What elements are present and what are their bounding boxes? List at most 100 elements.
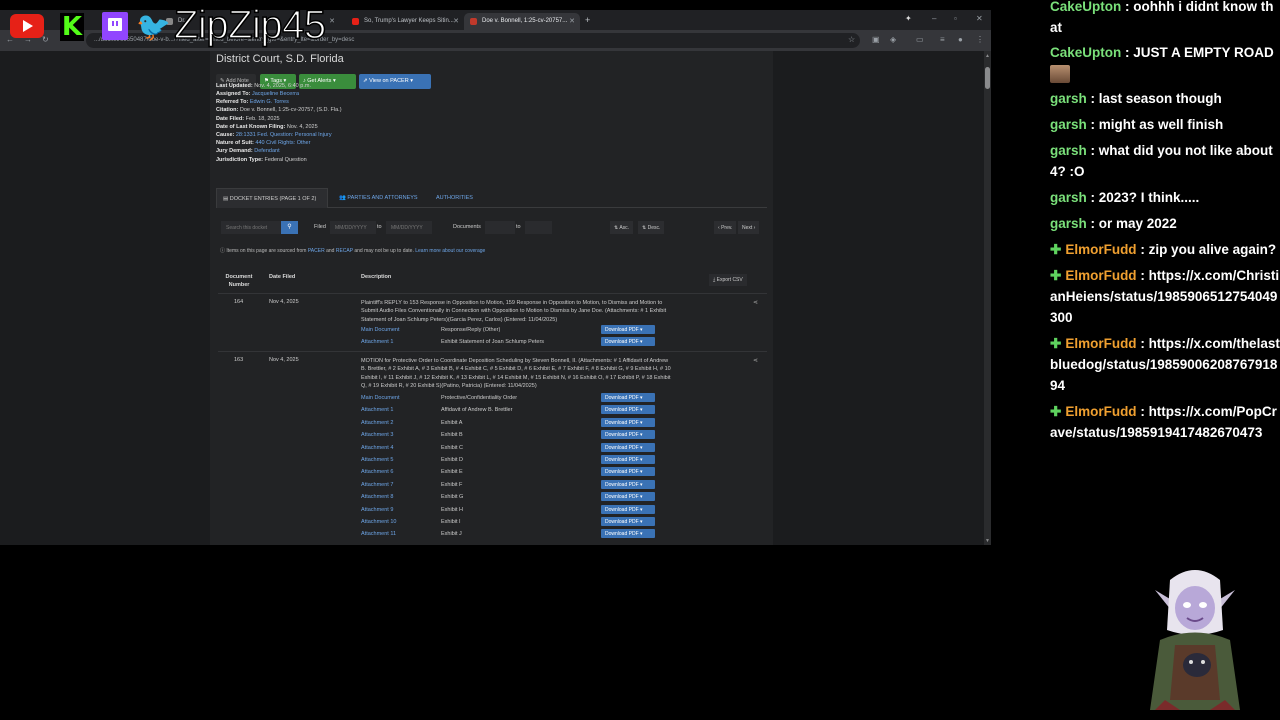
new-tab-icon[interactable]: + bbox=[585, 15, 590, 25]
puzzle-icon[interactable]: ◈ bbox=[890, 35, 896, 44]
chat-username[interactable]: garsh bbox=[1050, 117, 1087, 132]
reload-icon[interactable]: ↻ bbox=[42, 35, 49, 44]
scrollbar-thumb[interactable] bbox=[985, 67, 990, 89]
download-pdf-button[interactable]: Download PDF ▾ bbox=[601, 479, 655, 489]
view-pacer-button[interactable]: ⇗ View on PACER ▾ bbox=[359, 74, 431, 89]
documents-to-input[interactable] bbox=[525, 221, 552, 234]
chat-username[interactable]: garsh bbox=[1050, 190, 1087, 205]
download-pdf-button[interactable]: Download PDF ▾ bbox=[601, 529, 655, 539]
chat-username[interactable]: CakeUpton bbox=[1050, 45, 1121, 60]
meta-value[interactable]: Defendant bbox=[254, 148, 279, 154]
search-button[interactable]: ⚲ bbox=[281, 221, 298, 234]
share-icon[interactable]: ⋖ bbox=[753, 299, 758, 306]
download-pdf-button[interactable]: Download PDF ▾ bbox=[601, 442, 655, 452]
chat-username[interactable]: garsh bbox=[1050, 143, 1087, 158]
sort-desc-button[interactable]: ⇅ Desc. bbox=[638, 221, 665, 234]
chat-username[interactable]: ElmorFudd bbox=[1065, 242, 1136, 257]
export-csv-button[interactable]: ⤓ Export CSV bbox=[709, 274, 747, 286]
page-viewport: District Court, S.D. Florida ✎ Add Note … bbox=[0, 51, 984, 545]
close-icon[interactable]: ✕ bbox=[569, 17, 575, 25]
meta-value[interactable]: 28:1331 Fed. Question: Personal Injury bbox=[236, 132, 332, 138]
document-link[interactable]: Attachment 2 bbox=[361, 420, 393, 426]
document-row: Attachment 6 Exhibit E Download PDF ▾ bbox=[361, 467, 661, 480]
document-link[interactable]: Attachment 3 bbox=[361, 432, 393, 438]
scroll-down-icon[interactable]: ▼ bbox=[985, 538, 990, 544]
tab-3[interactable]: Doe v. Bonnell, 1:25-cv-20757... ✕ bbox=[464, 13, 580, 30]
download-pdf-button[interactable]: Download PDF ▾ bbox=[601, 405, 655, 415]
next-page-button[interactable]: Next › bbox=[738, 221, 760, 234]
filed-before-input[interactable]: MM/DD/YYYY bbox=[386, 221, 432, 234]
download-pdf-label: Download PDF bbox=[605, 469, 639, 476]
minimize-icon[interactable]: – bbox=[932, 14, 936, 23]
download-pdf-button[interactable]: Download PDF ▾ bbox=[601, 325, 655, 334]
document-link[interactable]: Attachment 7 bbox=[361, 482, 393, 488]
document-link[interactable]: Attachment 4 bbox=[361, 445, 393, 451]
chat-username[interactable]: ElmorFudd bbox=[1065, 404, 1136, 419]
vertical-scrollbar[interactable]: ▲ ▼ bbox=[984, 51, 991, 545]
download-pdf-button[interactable]: Download PDF ▾ bbox=[601, 393, 655, 402]
search-docket-input[interactable]: Search this docket bbox=[221, 221, 281, 234]
entry-description: Plaintiff's REPLY to 153 Response in Opp… bbox=[361, 300, 667, 323]
document-link[interactable]: Main Document bbox=[361, 327, 400, 333]
download-pdf-button[interactable]: Download PDF ▾ bbox=[601, 504, 655, 514]
download-pdf-button[interactable]: Download PDF ▾ bbox=[601, 430, 655, 440]
scroll-up-icon[interactable]: ▲ bbox=[985, 53, 990, 59]
chat-username[interactable]: ElmorFudd bbox=[1065, 336, 1136, 351]
document-link[interactable]: Attachment 1 bbox=[361, 407, 393, 413]
share-icon[interactable]: ⋖ bbox=[753, 357, 758, 364]
filed-after-input[interactable]: MM/DD/YYYY bbox=[330, 221, 376, 234]
pacer-link[interactable]: PACER bbox=[308, 248, 325, 254]
tab-docket-label: DOCKET ENTRIES (PAGE 1 OF 2) bbox=[229, 196, 317, 202]
close-icon[interactable]: ✕ bbox=[453, 17, 459, 25]
tab-authorities[interactable]: AUTHORITIES bbox=[430, 188, 479, 208]
youtube-icon bbox=[10, 14, 44, 38]
coverage-link[interactable]: Learn more about our coverage bbox=[415, 248, 485, 254]
menu-dots-icon[interactable]: ⋮ bbox=[976, 35, 984, 44]
sort-asc-button[interactable]: ⇅ Asc. bbox=[610, 221, 634, 234]
download-pdf-button[interactable]: Download PDF ▾ bbox=[601, 417, 655, 427]
download-pdf-button[interactable]: Download PDF ▾ bbox=[601, 337, 655, 347]
tab-docket-entries[interactable]: ▤ DOCKET ENTRIES (PAGE 1 OF 2) bbox=[216, 188, 328, 208]
chat-username[interactable]: ElmorFudd bbox=[1065, 268, 1136, 283]
maximize-icon[interactable]: ▫ bbox=[954, 14, 957, 23]
document-link[interactable]: Attachment 8 bbox=[361, 494, 393, 500]
download-pdf-label: Download PDF bbox=[605, 481, 639, 488]
meta-value[interactable]: Edwin G. Torres bbox=[250, 99, 289, 105]
media-icon[interactable]: ≡ bbox=[940, 35, 945, 44]
document-row: Attachment 3 Exhibit B Download PDF ▾ bbox=[361, 430, 661, 443]
download-pdf-button[interactable]: Download PDF ▾ bbox=[601, 455, 655, 464]
close-icon[interactable]: ✕ bbox=[329, 17, 335, 25]
tab-2[interactable]: So, Trump's Lawyer Keeps Sitin... ✕ bbox=[346, 13, 464, 30]
document-link[interactable]: Attachment 6 bbox=[361, 469, 393, 475]
document-description: Exhibit D bbox=[441, 457, 464, 463]
sidebar-icon[interactable]: ▭ bbox=[916, 35, 924, 44]
download-pdf-button[interactable]: Download PDF ▾ bbox=[601, 467, 655, 477]
window-close-icon[interactable]: ✕ bbox=[976, 14, 983, 23]
document-link[interactable]: Attachment 9 bbox=[361, 507, 393, 513]
extension-icon[interactable]: ▣ bbox=[872, 35, 880, 44]
header-doc-number[interactable]: Document Number bbox=[224, 273, 254, 289]
bookmark-star-icon[interactable]: ☆ bbox=[848, 35, 855, 44]
header-date-filed[interactable]: Date Filed bbox=[269, 273, 295, 281]
meta-value[interactable]: Jacqueline Becerra bbox=[252, 91, 299, 97]
document-link[interactable]: Attachment 1 bbox=[361, 339, 393, 345]
profile-icon[interactable]: ● bbox=[958, 35, 963, 44]
document-link[interactable]: Attachment 5 bbox=[361, 457, 393, 463]
prev-page-button[interactable]: ‹ Prev. bbox=[714, 221, 737, 234]
prev-label: Prev. bbox=[721, 225, 733, 231]
tab-parties-attorneys[interactable]: 👥 PARTIES AND ATTORNEYS bbox=[333, 188, 424, 208]
documents-from-input[interactable] bbox=[485, 221, 515, 234]
chat-username[interactable]: CakeUpton bbox=[1050, 0, 1121, 14]
extension-icon[interactable]: ✦ bbox=[905, 14, 912, 23]
filed-label: Filed bbox=[314, 224, 326, 230]
document-link[interactable]: Main Document bbox=[361, 395, 400, 401]
document-link[interactable]: Attachment 10 bbox=[361, 519, 396, 525]
download-pdf-button[interactable]: Download PDF ▾ bbox=[601, 517, 655, 526]
download-pdf-button[interactable]: Download PDF ▾ bbox=[601, 492, 655, 502]
document-link[interactable]: Attachment 11 bbox=[361, 531, 396, 537]
chat-username[interactable]: garsh bbox=[1050, 216, 1087, 231]
meta-value[interactable]: 440 Civil Rights: Other bbox=[255, 140, 310, 146]
recap-link[interactable]: RECAP bbox=[336, 248, 353, 254]
chat-username[interactable]: garsh bbox=[1050, 91, 1087, 106]
document-description: Exhibit F bbox=[441, 481, 463, 488]
